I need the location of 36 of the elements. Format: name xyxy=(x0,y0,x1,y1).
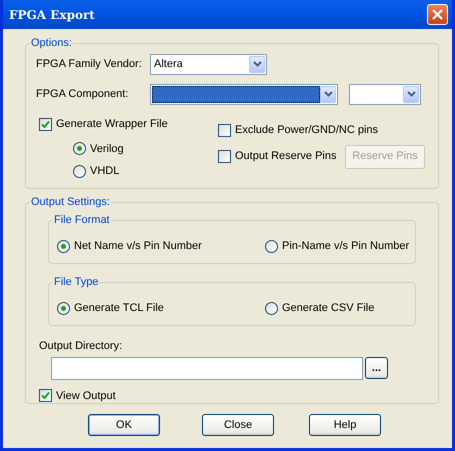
close-icon[interactable] xyxy=(427,4,448,25)
checkbox-label: Output Reserve Pins xyxy=(235,149,336,164)
window-title: FPGA Export xyxy=(9,6,95,24)
group-label: File Type xyxy=(53,275,100,289)
checkbox-label: Generate Wrapper File xyxy=(56,117,168,132)
output-directory-field[interactable] xyxy=(51,356,363,380)
dialog-button[interactable]: Help xyxy=(309,414,381,436)
radio-button[interactable] xyxy=(265,240,278,252)
radio-button[interactable] xyxy=(73,142,86,156)
radio-label: Pin-Name v/s Pin Number xyxy=(282,238,410,254)
dialog-button[interactable]: OK xyxy=(88,414,160,436)
field-label: FPGA Family Vendor: xyxy=(36,56,143,72)
group-label: Output Settings: xyxy=(30,195,111,209)
checkbox-label: View Output xyxy=(56,388,116,404)
dialog-button[interactable]: Close xyxy=(202,414,274,436)
checkbox[interactable] xyxy=(39,118,52,131)
field-label: Output Directory: xyxy=(39,339,124,354)
field-label: FPGA Component: xyxy=(36,86,130,102)
radio-button[interactable] xyxy=(57,302,70,314)
browse-button[interactable]: ... xyxy=(365,357,388,379)
radio-button[interactable] xyxy=(57,240,70,252)
radio-button[interactable] xyxy=(73,164,86,178)
checkbox[interactable] xyxy=(218,150,231,163)
checkbox-label: Exclude Power/GND/NC pins xyxy=(235,123,378,138)
checkbox[interactable] xyxy=(39,389,52,402)
dropdown[interactable] xyxy=(349,84,421,104)
radio-label: Generate CSV File xyxy=(282,300,374,316)
radio-button[interactable] xyxy=(265,302,278,314)
radio-label: Net Name v/s Pin Number xyxy=(74,238,202,254)
vendor-dropdown[interactable]: Altera xyxy=(150,54,267,74)
radio-label: VHDL xyxy=(90,164,120,179)
radio-label: Generate TCL File xyxy=(74,300,164,316)
radio-label: Verilog xyxy=(90,142,124,156)
checkbox[interactable] xyxy=(218,124,231,137)
component-dropdown[interactable] xyxy=(150,84,338,104)
group-label: Options: xyxy=(30,36,73,50)
